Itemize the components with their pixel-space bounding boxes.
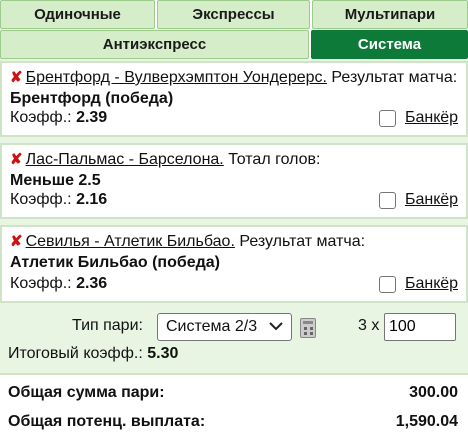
banker-checkbox[interactable] — [378, 109, 396, 127]
bet-slip: Одиночные Экспрессы Мультипари Антиэкспр… — [0, 0, 468, 442]
stake-input[interactable] — [384, 313, 456, 341]
bet-summary: Общая сумма пари: 300.00 Общая потенц. в… — [0, 373, 468, 442]
selection-label: Брентфорд (победа) — [10, 90, 174, 107]
potential-payout-label: Общая потенц. выплата: — [8, 413, 206, 430]
banker-checkbox[interactable] — [378, 191, 396, 209]
odds-label: Коэфф.: — [10, 275, 72, 292]
total-odds-value: 5.30 — [147, 345, 179, 362]
system-type-value: Система 2/3 — [166, 318, 258, 335]
event-link[interactable]: Севилья - Атлетик Бильбао. — [26, 233, 235, 250]
remove-icon[interactable]: ✘ — [10, 151, 23, 168]
market-label: Тотал голов: — [228, 151, 321, 168]
banker-checkbox[interactable] — [378, 275, 396, 293]
odds-value: 2.16 — [76, 191, 108, 208]
total-odds-label: Итоговый коэфф.: — [8, 345, 143, 362]
market-label: Результат матча: — [331, 69, 458, 86]
tab-multi[interactable]: Мультипари — [312, 0, 468, 29]
odds-label: Коэфф.: — [10, 109, 72, 126]
bet-item: ✘ Севилья - Атлетик Бильбао. Результат ма… — [0, 225, 468, 303]
bet-type-label: Тип пари: — [72, 317, 143, 334]
system-controls: Тип пари: Система 2/3 3 x Итоговый коэфф… — [0, 305, 468, 371]
market-label: Результат матча: — [239, 233, 366, 250]
tab-express[interactable]: Экспрессы — [157, 0, 310, 29]
total-stake-value: 300.00 — [409, 384, 458, 401]
event-link[interactable]: Брентфорд - Вулверхэмптон Уондерерс. — [26, 69, 327, 86]
banker-label[interactable]: Банкёр — [405, 275, 458, 293]
banker-label[interactable]: Банкёр — [405, 109, 458, 127]
remove-icon[interactable]: ✘ — [10, 69, 23, 86]
selection-label: Атлетик Бильбао (победа) — [10, 254, 220, 271]
tab-system[interactable]: Система — [311, 30, 468, 59]
system-type-select[interactable]: Система 2/3 — [157, 313, 292, 341]
remove-icon[interactable]: ✘ — [10, 233, 23, 250]
odds-value: 2.39 — [76, 109, 108, 126]
bet-item: ✘ Брентфорд - Вулверхэмптон Уондерерс. Ре… — [0, 61, 468, 137]
bet-type-tabs-top: Одиночные Экспрессы Мультипари — [0, 0, 468, 29]
stake-multiplier: 3 x — [358, 317, 380, 334]
odds-label: Коэфф.: — [10, 191, 72, 208]
odds-value: 2.36 — [76, 275, 108, 292]
banker-label[interactable]: Банкёр — [405, 191, 458, 209]
event-link[interactable]: Лас-Пальмас - Барселона. — [26, 151, 224, 168]
calculator-icon[interactable] — [300, 318, 316, 338]
bet-type-tabs-bottom: Антиэкспресс Система — [0, 30, 468, 59]
selection-label: Меньше 2.5 — [10, 172, 101, 189]
tab-singles[interactable]: Одиночные — [0, 0, 155, 29]
total-stake-label: Общая сумма пари: — [8, 384, 165, 401]
potential-payout-value: 1,590.04 — [395, 413, 458, 430]
tab-antiexpress[interactable]: Антиэкспресс — [0, 30, 309, 59]
chevron-down-icon — [269, 322, 283, 331]
bet-item: ✘ Лас-Пальмас - Барселона. Тотал голов: М… — [0, 143, 468, 219]
